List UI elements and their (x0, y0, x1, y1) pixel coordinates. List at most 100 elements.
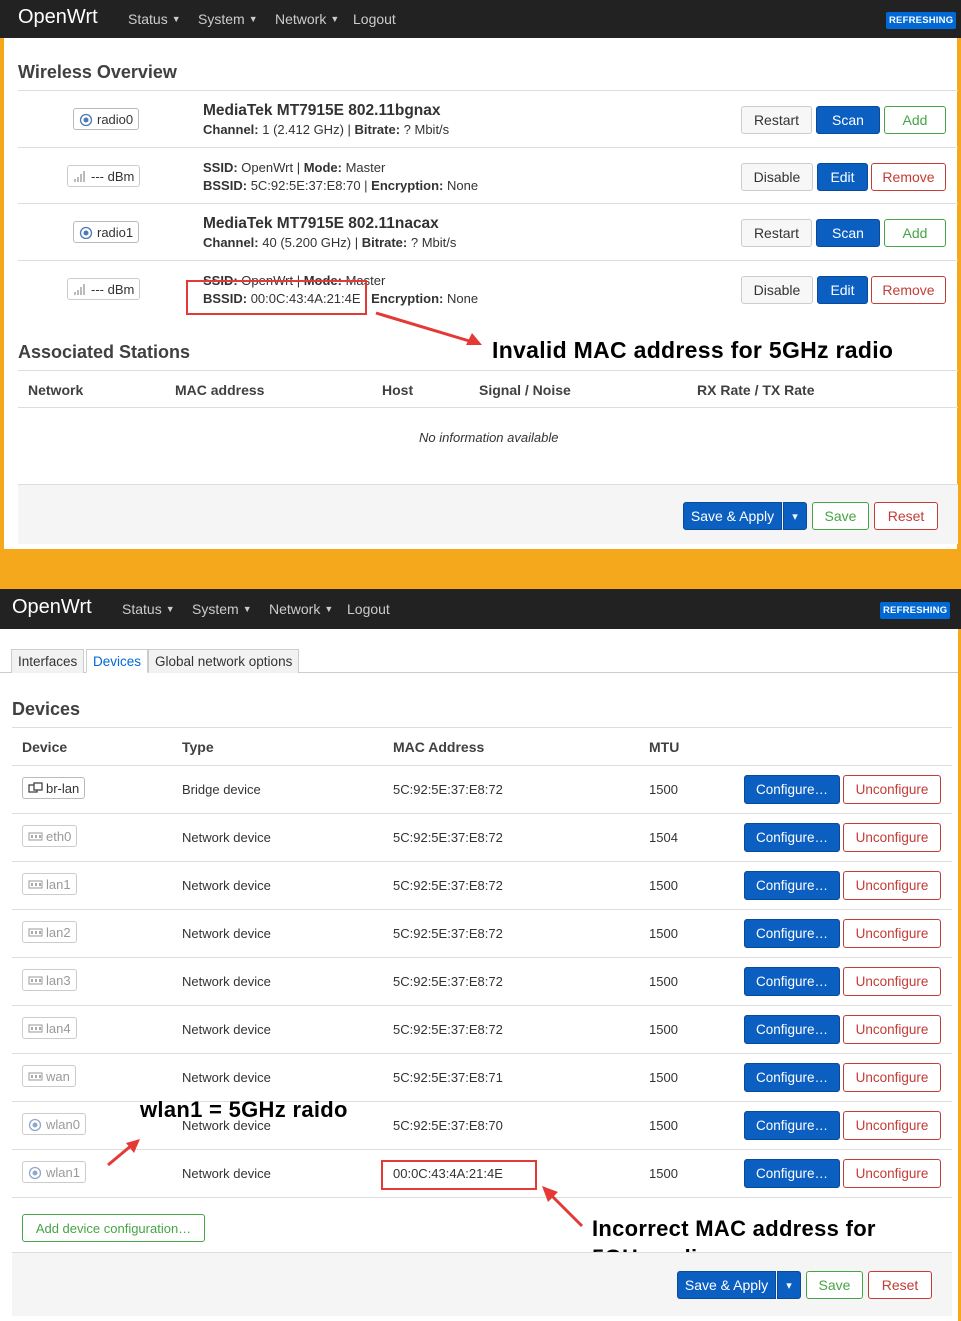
save-apply-button[interactable]: Save & Apply (677, 1271, 776, 1299)
unconfigure-button-lan2[interactable]: Unconfigure (843, 919, 941, 948)
configure-button-wlan0[interactable]: Configure… (744, 1111, 840, 1140)
device-type: Network device (182, 926, 271, 941)
radio0-scan-button[interactable]: Scan (816, 106, 880, 134)
menu-status[interactable]: Status ▼ (128, 11, 181, 27)
radio0-bssid-info: BSSID: 5C:92:5E:37:E8:70 | Encryption: N… (203, 178, 479, 193)
device-type: Network device (182, 878, 271, 893)
ethernet-port-icon (28, 830, 43, 843)
annotation-arrow-icon (375, 311, 482, 345)
device-badge-lan3: lan3 (22, 969, 77, 991)
radio0-restart-button[interactable]: Restart (741, 106, 812, 134)
configure-button-lan3[interactable]: Configure… (744, 967, 840, 996)
save-button[interactable]: Save (806, 1271, 863, 1299)
brand-logo[interactable]: OpenWrt (12, 596, 92, 619)
ethernet-port-icon (28, 1070, 43, 1083)
radio0-ssid-info: SSID: OpenWrt | Mode: Master (203, 160, 386, 175)
refreshing-badge[interactable]: REFRESHING (880, 602, 951, 619)
radio0-edit-button[interactable]: Edit (817, 163, 868, 191)
menu-logout[interactable]: Logout (347, 601, 390, 617)
tab-devices[interactable]: Devices (86, 649, 149, 673)
wlan1-annotation: wlan1 = 5GHz raido (140, 1097, 348, 1122)
brand-logo[interactable]: OpenWrt (18, 6, 98, 29)
col-mac-address: MAC address (175, 382, 265, 398)
radio1-edit-button[interactable]: Edit (817, 276, 868, 304)
no-information-text: No information available (419, 430, 559, 445)
device-mac: 5C:92:5E:37:E8:71 (393, 1070, 503, 1085)
device-badge-wlan0: wlan0 (22, 1113, 86, 1135)
configure-button-lan2[interactable]: Configure… (744, 919, 840, 948)
reset-button[interactable]: Reset (868, 1271, 932, 1299)
configure-button-eth0[interactable]: Configure… (744, 823, 840, 852)
device-mtu: 1504 (649, 830, 678, 845)
radio0-remove-button[interactable]: Remove (871, 163, 946, 191)
save-button[interactable]: Save (812, 502, 869, 530)
device-mtu: 1500 (649, 1166, 678, 1181)
radio1-channel-info: Channel: 40 (5.200 GHz) | Bitrate: ? Mbi… (203, 235, 457, 250)
device-mtu: 1500 (649, 926, 678, 941)
device-type: Network device (182, 1166, 271, 1181)
col-mtu: MTU (649, 739, 680, 755)
configure-button-lan1[interactable]: Configure… (744, 871, 840, 900)
radio0-disable-button[interactable]: Disable (741, 163, 813, 191)
top-navbar: OpenWrt Status ▼ System ▼ Network ▼ Logout … (0, 0, 961, 38)
unconfigure-button-wan[interactable]: Unconfigure (843, 1063, 941, 1092)
configure-button-lan4[interactable]: Configure… (744, 1015, 840, 1044)
save-apply-dropdown[interactable]: ▾ (783, 502, 807, 530)
save-apply-button[interactable]: Save & Apply (683, 502, 782, 530)
col-rx-tx-rate: RX Rate / TX Rate (697, 382, 815, 398)
devices-title: Devices (12, 699, 81, 719)
add-device-config-button[interactable]: Add device configuration… (22, 1214, 205, 1242)
radio1-remove-button[interactable]: Remove (871, 276, 946, 304)
wifi-icon (79, 113, 93, 126)
radio1-restart-button[interactable]: Restart (741, 219, 812, 247)
tab-interfaces[interactable]: Interfaces (11, 649, 85, 673)
menu-status[interactable]: Status ▼ (122, 601, 175, 617)
menu-system[interactable]: System ▼ (198, 11, 258, 27)
reset-button[interactable]: Reset (874, 502, 938, 530)
radio0-name: MediaTek MT7915E 802.11bgnax (203, 102, 441, 119)
ethernet-port-icon (28, 878, 43, 891)
menu-network[interactable]: Network ▼ (269, 601, 333, 617)
unconfigure-button-br-lan[interactable]: Unconfigure (843, 775, 941, 804)
unconfigure-button-lan3[interactable]: Unconfigure (843, 967, 941, 996)
radio1-signal-badge: --- dBm (67, 278, 141, 300)
menu-network[interactable]: Network ▼ (275, 11, 339, 27)
configure-button-wan[interactable]: Configure… (744, 1063, 840, 1092)
device-mac: 5C:92:5E:37:E8:72 (393, 782, 503, 797)
menu-system[interactable]: System ▼ (192, 601, 252, 617)
signal-bars-icon (73, 170, 87, 183)
unconfigure-button-eth0[interactable]: Unconfigure (843, 823, 941, 852)
bottom-navbar: OpenWrt Status ▼ System ▼ Network ▼ Logout … (0, 589, 961, 629)
unconfigure-button-lan4[interactable]: Unconfigure (843, 1015, 941, 1044)
device-mac: 5C:92:5E:37:E8:70 (393, 1118, 503, 1133)
wifi-icon (28, 1118, 42, 1131)
device-badge-eth0: eth0 (22, 825, 78, 847)
refreshing-badge[interactable]: REFRESHING (886, 12, 957, 29)
device-mtu: 1500 (649, 974, 678, 989)
ethernet-port-icon (28, 1022, 43, 1035)
annotation-arrow-icon (107, 1139, 140, 1167)
unconfigure-button-wlan0[interactable]: Unconfigure (843, 1111, 941, 1140)
associated-stations-title: Associated Stations (18, 342, 191, 362)
col-host: Host (382, 382, 414, 398)
incorrect-mac-annotation-line1: Incorrect MAC address for (592, 1216, 876, 1241)
configure-button-wlan1[interactable]: Configure… (744, 1159, 840, 1188)
col-device: Device (22, 739, 68, 755)
save-apply-dropdown[interactable]: ▾ (777, 1271, 801, 1299)
tab-global-network-options[interactable]: Global network options (148, 649, 300, 673)
bssid-highlight-box (186, 280, 367, 315)
radio1-disable-button[interactable]: Disable (741, 276, 813, 304)
radio0-add-button[interactable]: Add (884, 106, 946, 134)
bridge-icon (28, 781, 43, 795)
menu-logout[interactable]: Logout (353, 11, 396, 27)
device-type: Bridge device (182, 782, 261, 797)
radio1-scan-button[interactable]: Scan (816, 219, 880, 247)
device-mtu: 1500 (649, 1118, 678, 1133)
device-type: Network device (182, 830, 271, 845)
unconfigure-button-lan1[interactable]: Unconfigure (843, 871, 941, 900)
col-type: Type (182, 739, 214, 755)
unconfigure-button-wlan1[interactable]: Unconfigure (843, 1159, 941, 1188)
configure-button-br-lan[interactable]: Configure… (744, 775, 840, 804)
device-mtu: 1500 (649, 782, 678, 797)
radio1-add-button[interactable]: Add (884, 219, 946, 247)
